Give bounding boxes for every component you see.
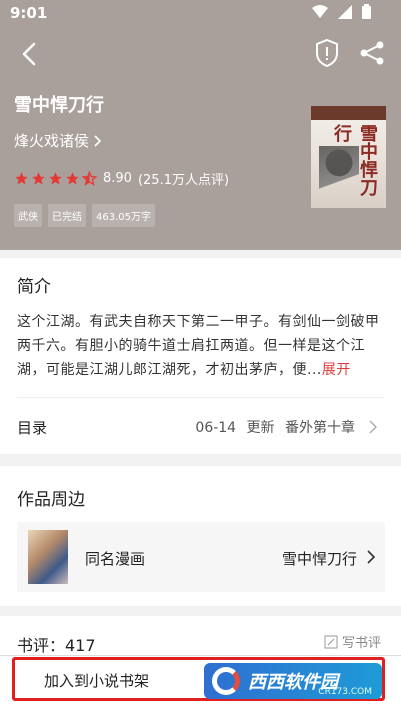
toc-latest[interactable]: 06-14 更新 番外第十章	[195, 417, 355, 437]
comic-item[interactable]: 同名漫画 雪中悍刀行	[17, 522, 385, 592]
chevron-right-icon	[94, 134, 102, 147]
write-review-button[interactable]: 写书评	[324, 632, 381, 651]
star-icon	[32, 172, 45, 185]
comments-count: 书评：417	[17, 636, 96, 655]
author-link[interactable]: 烽火戏诸侯	[14, 130, 103, 151]
watermark: 西西软件园 CR173.COM	[204, 663, 382, 699]
comic-thumbnail	[28, 530, 68, 584]
author-name: 烽火戏诸侯	[14, 132, 90, 150]
expand-link[interactable]: 展开	[322, 362, 351, 378]
status-bar: 9:01	[0, 0, 401, 26]
star-icon	[49, 172, 62, 185]
intro-heading: 简介	[17, 277, 51, 297]
rating-count: (25.1万人点评)	[137, 173, 230, 188]
star-rating	[14, 171, 97, 186]
comic-name: 雪中悍刀行	[281, 550, 357, 568]
toc-label[interactable]: 目录	[17, 417, 47, 438]
star-icon	[82, 171, 97, 186]
book-title: 雪中悍刀行	[14, 95, 104, 116]
signal-icon	[338, 4, 352, 19]
watermark-logo-icon	[212, 667, 240, 695]
toc-chapter: 番外第十章	[285, 420, 355, 436]
tag-genre: 武侠	[14, 204, 42, 227]
book-tags: 武侠 已完结 463.05万字	[14, 204, 155, 227]
toc-update: 更新	[246, 420, 275, 436]
intro-text: 这个江湖。有武夫自称天下第二一甲子。有剑仙一剑破甲两千六。有胆小的骑牛道士肩扛两…	[17, 310, 385, 382]
add-to-shelf-label: 加入到小说书架	[44, 672, 150, 690]
back-arrow-icon[interactable]	[14, 38, 46, 70]
write-review-label: 写书评	[341, 636, 381, 651]
comic-label: 同名漫画	[85, 550, 146, 568]
rating-score: 8.90	[103, 171, 132, 186]
star-icon	[15, 172, 28, 185]
shield-icon[interactable]	[313, 38, 341, 68]
cover-banner	[311, 106, 386, 120]
tag-wordcount: 463.05万字	[92, 204, 155, 227]
cover-figure	[319, 146, 359, 202]
around-heading: 作品周边	[17, 490, 85, 510]
status-time: 9:01	[10, 4, 48, 22]
toc-date: 06-14	[195, 420, 237, 436]
battery-icon	[362, 4, 371, 19]
rating-row: 8.90 (25.1万人点评)	[14, 169, 229, 188]
chevron-right-icon	[367, 550, 375, 564]
chevron-right-icon[interactable]	[369, 420, 377, 434]
star-icon	[66, 172, 79, 185]
share-icon[interactable]	[358, 38, 386, 68]
tag-status: 已完结	[48, 204, 86, 227]
edit-icon	[324, 635, 338, 648]
divider	[17, 397, 385, 398]
watermark-sub: CR173.COM	[318, 687, 372, 697]
wifi-icon	[312, 4, 328, 18]
book-cover[interactable]: 雪中悍刀行	[311, 106, 386, 208]
